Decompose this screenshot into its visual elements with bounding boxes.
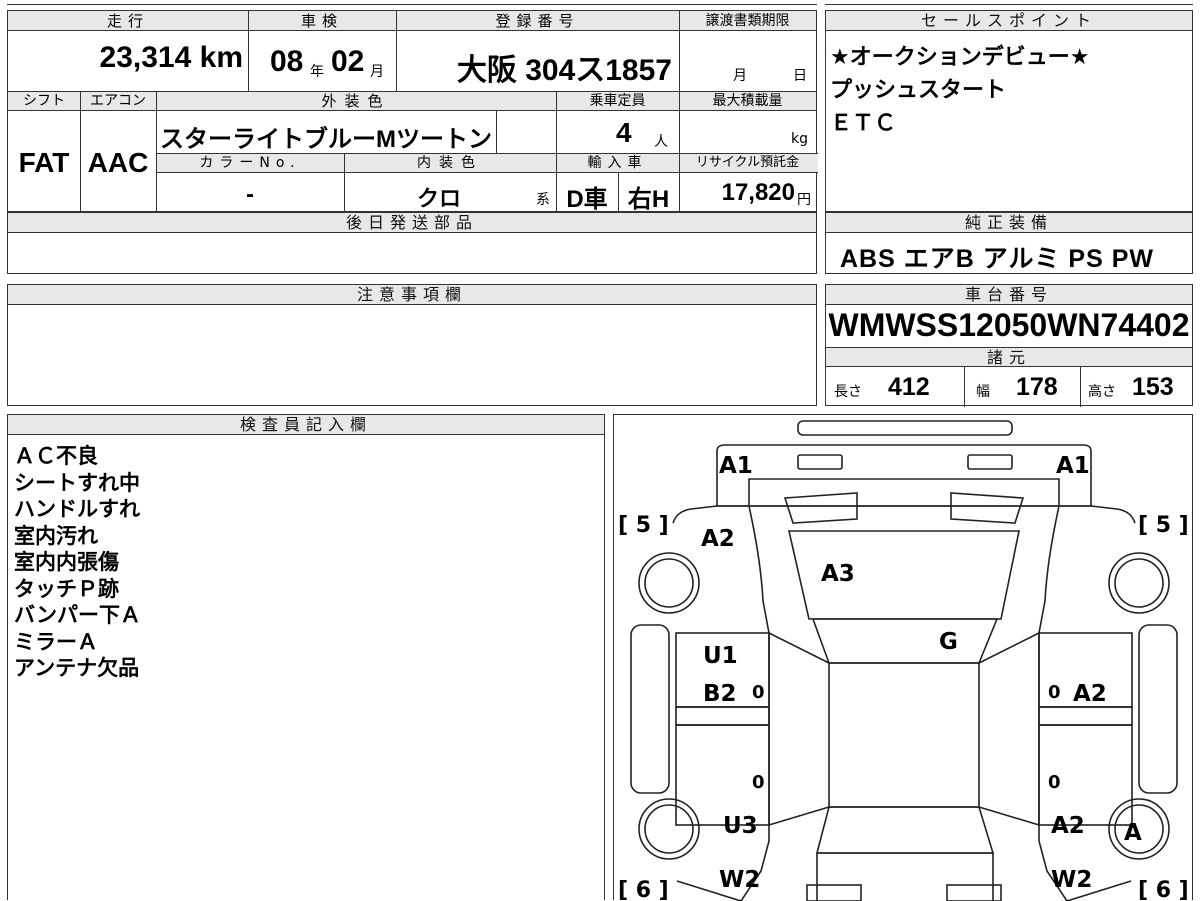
recycle-header: リサイクル預託金 (695, 155, 800, 170)
vehicle-info-table: 走行 車検 登録番号 譲渡書類期限 23,314 km 08 年 02 月 大阪… (7, 10, 818, 213)
mark-b2: B2 (703, 681, 737, 707)
shift-header: シフト (23, 93, 65, 109)
color-no-header: カラーNo. (199, 155, 301, 171)
recycle-unit: 円 (797, 192, 811, 208)
import-header: 輸入車 (587, 155, 648, 171)
registration-header: 登録番号 (495, 12, 580, 30)
car-diagram: A1 A1 [ 5 ] [ 5 ] A2 A3 G U1 B2 0 0 A2 0… (618, 420, 1189, 901)
inspector-header: 検査員記入欄 (8, 415, 604, 435)
inspector-note-line: バンパー下Ａ (14, 603, 142, 627)
mark-bracket-5-left: [ 5 ] (618, 513, 669, 538)
color-no-value: - (246, 181, 254, 208)
capacity-unit: 人 (654, 134, 668, 150)
mark-a2-rear-right: A2 (1051, 813, 1085, 839)
chassis-number: WMWSS12050WN74402 (828, 307, 1190, 343)
notes-header: 注意事項欄 (8, 285, 816, 305)
chassis-header: 車台番号 (826, 285, 1192, 305)
mark-a1-right: A1 (1056, 453, 1090, 479)
capacity-header: 乗車定員 (589, 93, 646, 109)
interior-color-value: クロ (416, 186, 461, 211)
sales-points-box: セールスポイント ★オークションデビュー★ プッシュスタート ＥＴＣ (825, 10, 1193, 212)
inspector-note-line: シートすれ中 (14, 470, 140, 495)
mark-g: G (939, 629, 958, 655)
width-label: 幅 (976, 384, 990, 400)
mark-a1-left: A1 (719, 453, 753, 479)
later-parts-box: 後日発送部品 (7, 212, 817, 274)
sales-points-header: セールスポイント (826, 11, 1192, 31)
mark-bracket-6-left: [ 6 ] (618, 878, 669, 901)
mark-zero-3: 0 (752, 772, 765, 793)
inspector-note-line: アンテナ欠品 (14, 656, 140, 680)
chassis-box: 車台番号 WMWSS12050WN74402 諸元 長さ 412 幅 178 高… (825, 284, 1193, 407)
width-value: 178 (1016, 373, 1058, 401)
inspector-note-line: ＡＣ不良 (14, 444, 98, 468)
length-value: 412 (888, 373, 930, 401)
mark-a2-right-door: A2 (1073, 681, 1107, 707)
specs-header: 諸元 (826, 347, 1192, 367)
mileage-value: 23,314 km (99, 41, 243, 74)
capacity-value: 4 (616, 117, 632, 148)
sales-point-line: ＥＴＣ (830, 111, 897, 136)
inspection-month: 02 (331, 45, 365, 78)
mark-zero-2: 0 (1048, 682, 1061, 703)
inspector-box: 検査員記入欄 ＡＣ不良 シートすれ中 ハンドルすれ 室内汚れ 室内内張傷 タッチＰ跡 バンパ… (7, 414, 605, 900)
deadline-day-unit: 日 (793, 68, 807, 84)
aircon-value: AAC (87, 147, 149, 178)
equipment-header: 純正装備 (826, 213, 1192, 233)
max-load-header: 最大積載量 (712, 93, 783, 109)
later-parts-header: 後日発送部品 (8, 213, 816, 233)
max-load-unit: kg (791, 131, 808, 147)
equipment-list: ABS エアB アルミ PS PW (840, 245, 1154, 273)
mark-bracket-6-right: [ 6 ] (1138, 878, 1189, 901)
deadline-month-unit: 月 (733, 68, 747, 84)
car-diagram-box: A1 A1 [ 5 ] [ 5 ] A2 A3 G U1 B2 0 0 A2 0… (613, 414, 1193, 901)
mark-bracket-5-right: [ 5 ] (1138, 513, 1189, 538)
mark-zero-1: 0 (752, 682, 765, 703)
mark-w2-right: W2 (1051, 867, 1092, 893)
notes-box: 注意事項欄 (7, 284, 817, 406)
inspection-year-unit: 年 (310, 64, 324, 80)
inspector-note-line: ミラーＡ (14, 629, 98, 654)
import-type: D車 (566, 186, 608, 213)
sales-point-line: プッシュスタート (830, 78, 1007, 103)
sales-point-line: ★オークションデビュー★ (830, 45, 1090, 70)
recycle-fee: 17,820 (721, 179, 795, 206)
mark-a3: A3 (821, 561, 855, 587)
mark-w2-left: W2 (719, 867, 760, 893)
height-value: 153 (1132, 373, 1174, 401)
inspector-note-line: 室内汚れ (14, 523, 98, 548)
inspection-month-unit: 月 (370, 64, 384, 80)
shift-value: FAT (18, 147, 70, 178)
inspector-note-line: 室内内張傷 (14, 550, 119, 574)
mark-a-wheel: A (1124, 820, 1142, 846)
equipment-box: 純正装備 ABS エアB アルミ PS PW (825, 212, 1193, 274)
inspection-header: 車検 (300, 12, 343, 30)
mileage-header: 走行 (106, 12, 149, 30)
exterior-color-value: スターライトブルーMツートン (160, 126, 492, 153)
length-label: 長さ (834, 384, 862, 400)
mark-zero-4: 0 (1048, 772, 1061, 793)
inspector-note-line: ハンドルすれ (14, 497, 140, 521)
interior-color-suffix: 系 (536, 192, 550, 208)
interior-color-header: 内装色 (417, 155, 483, 171)
aircon-header: エアコン (90, 93, 146, 109)
registration-number: 大阪 304ス1857 (456, 54, 672, 87)
mark-u1: U1 (703, 643, 738, 669)
height-label: 高さ (1088, 384, 1116, 400)
steering-side: 右H (627, 186, 670, 213)
mark-u3: U3 (723, 813, 758, 839)
inspection-year: 08 (270, 45, 304, 78)
exterior-color-header: 外装色 (321, 92, 391, 110)
mark-a2-front-left: A2 (701, 526, 735, 552)
inspector-note-line: タッチＰ跡 (14, 576, 119, 601)
deadline-header: 譲渡書類期限 (705, 13, 790, 29)
